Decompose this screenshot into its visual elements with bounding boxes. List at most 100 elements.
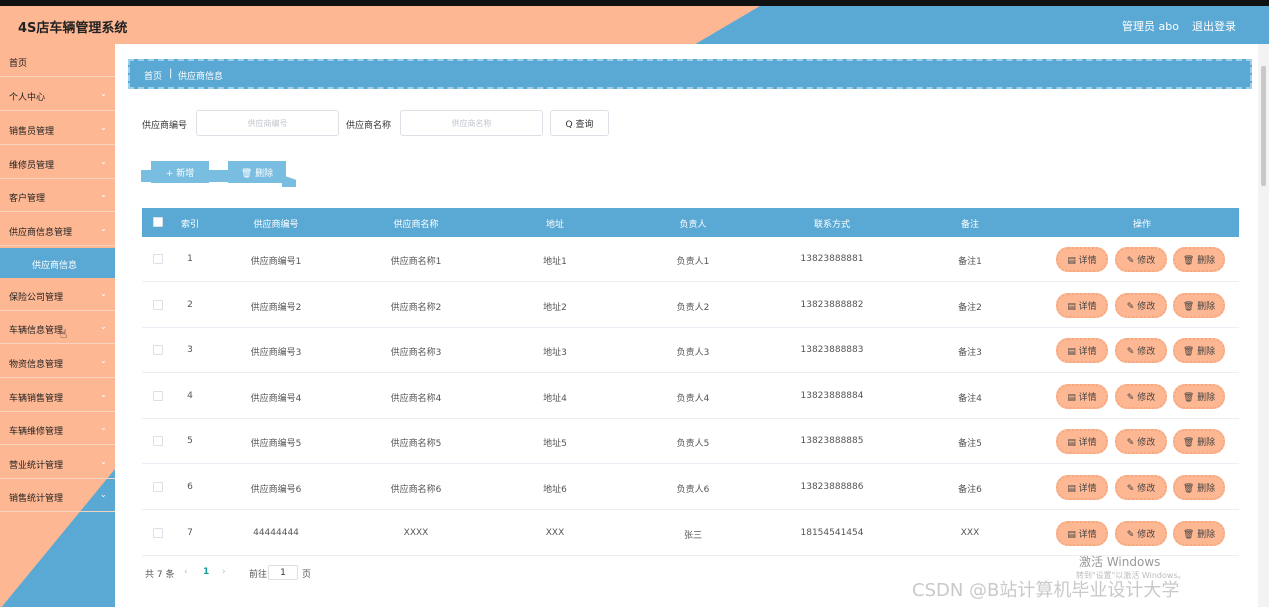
cell-manager: 负责人5: [676, 439, 710, 449]
pagination-prev-icon[interactable]: ‹: [184, 567, 188, 577]
sidebar-item[interactable]: 首页: [0, 44, 115, 77]
sidebar-item-label: 保险公司管理: [9, 293, 64, 303]
pagination-goto-input[interactable]: [268, 565, 298, 580]
pagination-goto-label: 前往: [249, 570, 268, 580]
sidebar-item-label: 销售统计管理: [9, 494, 64, 504]
sidebar-item[interactable]: 营业统计管理 ⌄: [0, 446, 115, 479]
delete-button[interactable]: 🗑 删除: [1173, 293, 1225, 318]
cell-phone: 13823888886: [800, 482, 864, 492]
edit-button[interactable]: ✎ 修改: [1115, 338, 1167, 363]
pagination-next-icon[interactable]: ›: [222, 567, 226, 577]
cell-supplier-code: 供应商编号6: [250, 485, 302, 495]
row-checkbox[interactable]: [153, 300, 163, 310]
main-scrollbar[interactable]: [1258, 44, 1269, 607]
select-all-checkbox[interactable]: [153, 217, 163, 227]
sidebar-item[interactable]: 保险公司管理 ⌄: [0, 278, 115, 311]
detail-button[interactable]: ▤ 详情: [1056, 247, 1108, 272]
sidebar-item[interactable]: 车辆维修管理 ⌄: [0, 412, 115, 445]
supplier-code-input[interactable]: [196, 110, 339, 136]
table-row[interactable]: 3 供应商编号3 供应商名称3 地址3 负责人3 13823888883 备注3 ▤ 详情 ✎ …: [142, 328, 1239, 373]
row-checkbox[interactable]: [153, 391, 163, 401]
detail-button[interactable]: ▤ 详情: [1056, 521, 1108, 546]
row-checkbox[interactable]: [153, 254, 163, 264]
table-row[interactable]: 5 供应商编号5 供应商名称5 地址5 负责人5 13823888885 备注5 ▤ 详情 ✎ …: [142, 419, 1239, 464]
sidebar-item[interactable]: 供应商信息管理 ⌄: [0, 213, 115, 246]
app-title: 4S店车辆管理系统: [18, 21, 128, 36]
logout-link[interactable]: 退出登录: [1192, 18, 1236, 34]
sidebar-item[interactable]: 维修员管理 ⌄: [0, 146, 115, 179]
row-checkbox[interactable]: [153, 436, 163, 446]
cell-address: 地址1: [543, 257, 567, 267]
pagination-total: 共 7 条: [145, 570, 175, 580]
chevron-down-icon: ⌄: [100, 322, 107, 331]
chevron-down-icon: ⌄: [100, 190, 107, 199]
chevron-down-icon: ⌄: [100, 89, 107, 98]
chevron-down-icon: ⌄: [100, 457, 107, 466]
detail-button[interactable]: ▤ 详情: [1056, 293, 1108, 318]
delete-selected-button[interactable]: 🗑 删除: [228, 161, 286, 183]
delete-button[interactable]: 🗑 删除: [1173, 475, 1225, 500]
current-user[interactable]: 管理员 abo: [1122, 18, 1179, 34]
edit-button[interactable]: ✎ 修改: [1115, 384, 1167, 409]
cell-supplier-name: 供应商名称5: [390, 439, 442, 449]
delete-button[interactable]: 🗑 删除: [1173, 521, 1225, 546]
sidebar-item[interactable]: 客户管理 ⌄: [0, 179, 115, 212]
sidebar-item[interactable]: 销售统计管理 ⌄: [0, 479, 115, 512]
cell-phone: 18154541454: [800, 528, 864, 538]
csdn-watermark: CSDN @B站计算机毕业设计大学: [912, 580, 1180, 601]
delete-button[interactable]: 🗑 删除: [1173, 384, 1225, 409]
cell-index: 2: [187, 300, 193, 310]
chevron-down-icon: ⌄: [100, 157, 107, 166]
cell-manager: 负责人2: [676, 303, 710, 313]
edit-button[interactable]: ✎ 修改: [1115, 293, 1167, 318]
edit-button[interactable]: ✎ 修改: [1115, 521, 1167, 546]
cell-index: 3: [187, 345, 193, 355]
row-checkbox[interactable]: [153, 345, 163, 355]
table-row[interactable]: 6 供应商编号6 供应商名称6 地址6 负责人6 13823888886 备注6 ▤ 详情 ✎ …: [142, 465, 1239, 510]
delete-button[interactable]: 🗑 删除: [1173, 247, 1225, 272]
cell-remark: 备注5: [958, 439, 982, 449]
cell-index: 6: [187, 482, 193, 492]
delete-button[interactable]: 🗑 删除: [1173, 338, 1225, 363]
cell-remark: 备注1: [958, 257, 982, 267]
edit-button[interactable]: ✎ 修改: [1115, 475, 1167, 500]
supplier-name-input[interactable]: [400, 110, 543, 136]
cell-supplier-name: 供应商名称4: [390, 394, 442, 404]
detail-button[interactable]: ▤ 详情: [1056, 384, 1108, 409]
edit-button[interactable]: ✎ 修改: [1115, 429, 1167, 454]
detail-button[interactable]: ▤ 详情: [1056, 338, 1108, 363]
sidebar-item[interactable]: 物资信息管理 ⌄: [0, 345, 115, 378]
cell-remark: 备注6: [958, 485, 982, 495]
cell-supplier-code: 供应商编号5: [250, 439, 302, 449]
cell-supplier-name: XXXX: [403, 528, 429, 538]
table-row[interactable]: 4 供应商编号4 供应商名称4 地址4 负责人4 13823888884 备注4 ▤ 详情 ✎ …: [142, 374, 1239, 419]
cell-address: 地址3: [543, 348, 567, 358]
scrollbar-thumb[interactable]: [1261, 66, 1266, 186]
sidebar-item-label: 销售员管理: [9, 127, 55, 137]
table-row[interactable]: 2 供应商编号2 供应商名称2 地址2 负责人2 13823888882 备注2 ▤ 详情 ✎ …: [142, 283, 1239, 328]
pagination-page-1[interactable]: 1: [203, 567, 209, 577]
cell-address: 地址6: [543, 485, 567, 495]
sidebar-item[interactable]: 车辆销售管理 ⌄: [0, 379, 115, 412]
sidebar-item[interactable]: 个人中心 ⌄: [0, 78, 115, 111]
cell-phone: 13823888885: [800, 436, 864, 446]
sidebar-item[interactable]: 车辆信息管理 ⌄: [0, 311, 115, 344]
hand-cursor-icon: ☝: [60, 327, 68, 341]
col-manager: 负责人: [679, 220, 707, 230]
table-row[interactable]: 1 供应商编号1 供应商名称1 地址1 负责人1 13823888881 备注1 ▤ 详情 ✎ …: [142, 237, 1239, 282]
detail-button[interactable]: ▤ 详情: [1056, 429, 1108, 454]
row-checkbox[interactable]: [153, 482, 163, 492]
edit-button[interactable]: ✎ 修改: [1115, 247, 1167, 272]
add-button[interactable]: + 新增: [151, 161, 209, 183]
query-button[interactable]: Q 查询: [550, 110, 609, 136]
sidebar-subitem-supplier-info[interactable]: 供应商信息: [0, 248, 115, 278]
detail-button[interactable]: ▤ 详情: [1056, 475, 1108, 500]
breadcrumb-home[interactable]: 首页: [144, 69, 162, 82]
cell-remark: XXX: [960, 528, 980, 538]
delete-button[interactable]: 🗑 删除: [1173, 429, 1225, 454]
sidebar-item[interactable]: 销售员管理 ⌄: [0, 112, 115, 145]
table-row[interactable]: 7 44444444 XXXX XXX 张三 18154541454 XXX ▤ 详情 ✎ 修改…: [142, 511, 1239, 556]
row-checkbox[interactable]: [153, 528, 163, 538]
chevron-down-icon: ⌄: [100, 289, 107, 298]
cell-address: 地址4: [543, 394, 567, 404]
